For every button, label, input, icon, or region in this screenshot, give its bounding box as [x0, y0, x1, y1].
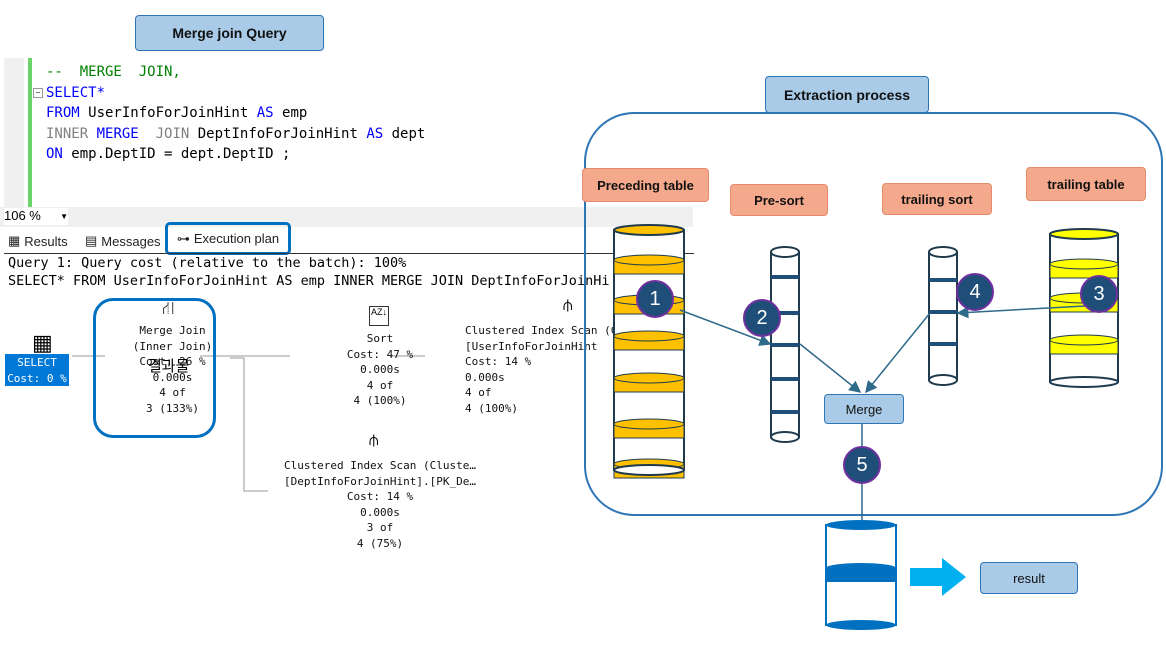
sort-row: [929, 310, 957, 314]
flow-arrow: [799, 343, 862, 393]
step-badge-5: 5: [843, 446, 881, 484]
merge-diagram: [613, 224, 1119, 630]
trailing-sort-column: [928, 251, 958, 381]
sort-row: [929, 278, 957, 282]
sort-row: [929, 342, 957, 346]
trailing-table-bottom: [1049, 376, 1119, 388]
step-badge-2: 2: [743, 299, 781, 337]
preceding-table-band-top: [613, 254, 685, 266]
step-badge-3: 3: [1080, 275, 1118, 313]
result-box: result: [980, 562, 1078, 594]
pre-sort-column-bottom: [770, 431, 800, 443]
sort-row: [771, 275, 799, 279]
sort-row: [771, 410, 799, 414]
result-arrow-icon: [910, 558, 966, 596]
trailing-sort-column-top: [928, 246, 958, 258]
preceding-table-band-top: [613, 330, 685, 342]
result-table-band-top: [826, 563, 896, 573]
flow-arrow: [865, 312, 931, 394]
trailing-table-band-top: [1049, 258, 1119, 270]
result-table-bottom: [826, 620, 896, 630]
trailing-table-top: [1049, 228, 1119, 240]
step-badge-1: 1: [636, 280, 674, 318]
trailing-sort-column-bottom: [928, 374, 958, 386]
step-badge-4: 4: [956, 273, 994, 311]
pre-sort-column-top: [770, 246, 800, 258]
merge-box: Merge: [824, 394, 904, 424]
sort-row: [771, 343, 799, 347]
sort-row: [771, 377, 799, 381]
trailing-table-band-top: [1049, 334, 1119, 346]
preceding-table-band-top: [613, 418, 685, 430]
result-table-top: [826, 520, 896, 530]
preceding-table-top: [613, 224, 685, 236]
preceding-table-band-top: [613, 372, 685, 384]
preceding-table-bottom: [613, 464, 685, 476]
